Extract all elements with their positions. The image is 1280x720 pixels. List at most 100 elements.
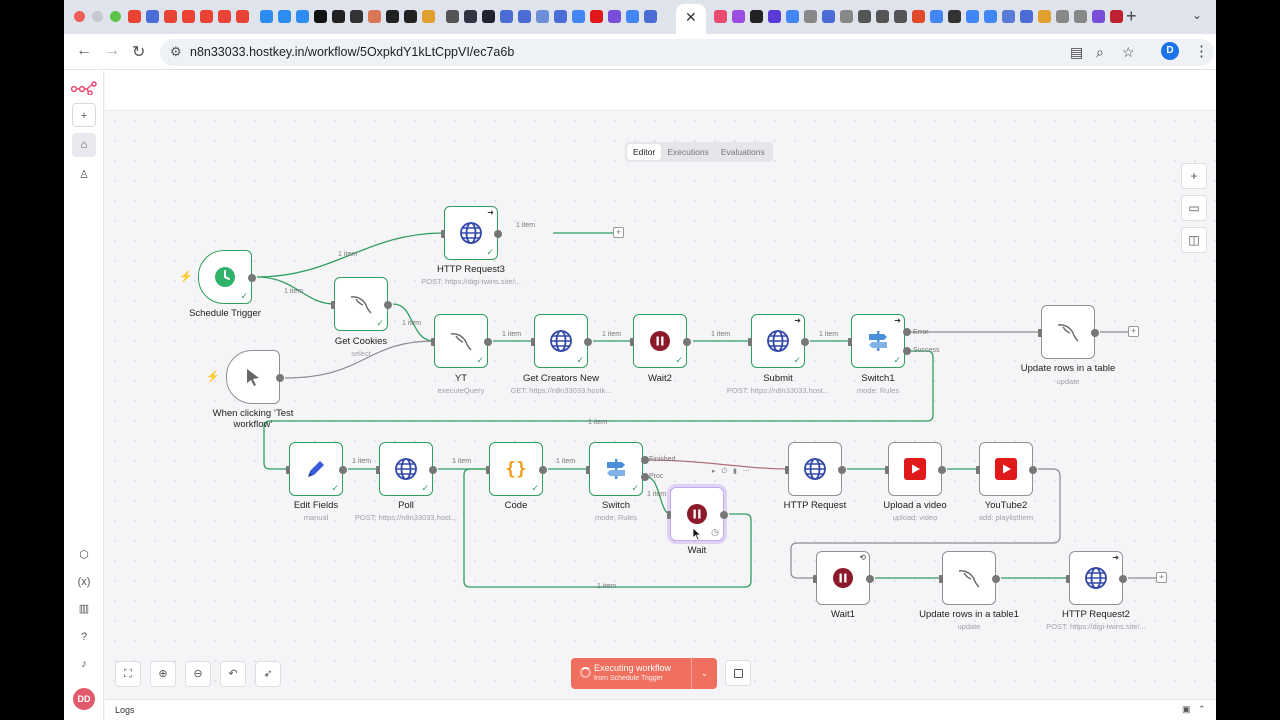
output-handle[interactable] <box>494 230 502 238</box>
tab-favicon-claude-icon[interactable] <box>368 10 381 23</box>
switch1-success-handle[interactable] <box>903 347 911 355</box>
tab-favicon-n8n-icon[interactable] <box>714 10 727 23</box>
input-handle[interactable] <box>667 511 671 519</box>
node-upload-video[interactable] <box>885 442 946 496</box>
add-next-node-button[interactable]: + <box>613 227 624 238</box>
tab-favicon-gmail-icon[interactable] <box>218 10 231 23</box>
input-handle[interactable] <box>586 466 590 474</box>
output-handle[interactable] <box>992 575 1000 583</box>
tab-favicon-app-icon[interactable] <box>750 10 763 23</box>
tab-favicon-gmail-icon[interactable] <box>200 10 213 23</box>
url-text[interactable]: n8n33033.hostkey.in/workflow/5OxpkdY1kLt… <box>190 45 514 59</box>
tab-favicon-google-icon[interactable] <box>984 10 997 23</box>
tab-search-chevron-icon[interactable]: ⌄ <box>1192 8 1202 22</box>
tab-favicon-app-icon[interactable] <box>464 10 477 23</box>
executing-workflow-button[interactable]: Executing workflow from Schedule Trigger… <box>571 658 717 689</box>
add-workflow-button[interactable]: + <box>72 103 96 127</box>
logs-panel-bar[interactable]: Logs ▣ ⌃ <box>105 699 1216 720</box>
node-update-rows1[interactable] <box>939 551 1000 605</box>
fit-view-icon[interactable]: ⛶ <box>115 661 141 687</box>
tab-favicon-gmail-icon[interactable] <box>164 10 177 23</box>
tab-favicon-github-icon[interactable] <box>404 10 417 23</box>
tab-favicon-app-icon[interactable] <box>732 10 745 23</box>
tab-favicon-globe-icon[interactable] <box>840 10 853 23</box>
tab-favicon-gmail-icon[interactable] <box>128 10 141 23</box>
user-icon[interactable]: ♙ <box>72 163 96 187</box>
input-handle[interactable] <box>885 466 889 474</box>
node-http-request3[interactable]: ➜ ✓ <box>441 206 502 260</box>
tab-favicon-app-icon[interactable] <box>768 10 781 23</box>
switch1-error-handle[interactable] <box>903 328 911 336</box>
tab-favicon-shield-icon[interactable] <box>1020 10 1033 23</box>
input-handle[interactable] <box>1066 575 1070 583</box>
node-update-rows[interactable] <box>1038 305 1099 359</box>
node-schedule-trigger[interactable]: ✓ <box>198 250 256 304</box>
user-avatar[interactable]: DD <box>73 688 95 710</box>
undo-icon[interactable]: ↶ <box>220 661 246 687</box>
tab-favicon-globe-icon[interactable] <box>804 10 817 23</box>
node-get-creators-new[interactable]: ✓ <box>531 314 592 368</box>
zoom-in-icon[interactable]: ⊕ <box>150 661 176 687</box>
output-handle[interactable] <box>1119 575 1127 583</box>
tab-favicon-tiktok-icon[interactable] <box>314 10 327 23</box>
back-arrow-icon[interactable]: ← <box>76 42 92 60</box>
new-tab-button[interactable]: + <box>1126 6 1137 27</box>
tab-favicon-globe-icon[interactable] <box>1074 10 1087 23</box>
output-handle[interactable] <box>248 274 256 282</box>
output-handle[interactable] <box>429 466 437 474</box>
output-handle[interactable] <box>1029 466 1037 474</box>
input-handle[interactable] <box>748 338 752 346</box>
node-youtube2[interactable] <box>976 442 1037 496</box>
zoom-out-icon[interactable]: ⊖ <box>185 661 211 687</box>
tab-favicon-openai-icon[interactable] <box>876 10 889 23</box>
output-handle[interactable] <box>276 374 284 382</box>
node-hover-toolbar[interactable]: ▸⏻▮⋯ <box>712 467 756 476</box>
workflow-canvas[interactable]: Editor Executions Evaluations + ▭ ◫ 1 it… <box>105 111 1216 699</box>
input-handle[interactable] <box>939 575 943 583</box>
bookmark-star-icon[interactable]: ☆ <box>1122 44 1135 61</box>
node-http-request[interactable] <box>785 442 846 496</box>
tab-favicon-github-icon[interactable] <box>386 10 399 23</box>
n8n-logo-icon[interactable] <box>71 81 97 95</box>
insights-chart-icon[interactable]: ▥ <box>72 597 96 621</box>
translate-icon[interactable]: ▤ <box>1070 44 1083 61</box>
input-handle[interactable] <box>531 338 535 346</box>
tab-favicon-app-icon[interactable] <box>948 10 961 23</box>
tab-favicon-google-icon[interactable] <box>626 10 639 23</box>
close-tab-icon[interactable]: ✕ <box>685 9 697 26</box>
window-minimize-dot[interactable] <box>92 11 103 22</box>
address-bar[interactable]: ⚙ n8n33033.hostkey.in/workflow/5OxpkdY1k… <box>160 39 1214 66</box>
input-handle[interactable] <box>785 466 789 474</box>
output-handle[interactable] <box>339 466 347 474</box>
input-handle[interactable] <box>848 338 852 346</box>
tab-favicon-app-icon[interactable] <box>482 10 495 23</box>
node-manual-trigger[interactable] <box>226 350 284 404</box>
active-tab[interactable]: ✕ <box>676 4 706 34</box>
tab-favicon-api-icon[interactable] <box>536 10 549 23</box>
node-get-cookies[interactable]: ✓ <box>331 277 392 331</box>
tab-favicon-google-icon[interactable] <box>572 10 585 23</box>
add-next-node-button[interactable]: + <box>1156 572 1167 583</box>
node-wait1[interactable]: ⟲ <box>813 551 874 605</box>
window-zoom-dot[interactable] <box>110 11 121 22</box>
chevron-down-icon[interactable]: ⌄ <box>691 658 717 689</box>
tab-favicon-chart-icon[interactable] <box>1038 10 1051 23</box>
window-close-dot[interactable] <box>74 11 85 22</box>
templates-icon[interactable]: ⬡ <box>72 543 96 567</box>
input-handle[interactable] <box>441 230 445 238</box>
forward-arrow-icon[interactable]: → <box>104 42 120 60</box>
output-handle[interactable] <box>683 338 691 346</box>
switch-processing-handle[interactable] <box>641 473 649 481</box>
switch-finished-handle[interactable] <box>641 456 649 464</box>
output-handle[interactable] <box>384 301 392 309</box>
tab-favicon-youtube-icon[interactable] <box>590 10 603 23</box>
tab-favicon-shield-icon[interactable] <box>500 10 513 23</box>
tab-favicon-openai-icon[interactable] <box>446 10 459 23</box>
tab-favicon-app-icon[interactable] <box>260 10 273 23</box>
tab-favicon-openai-icon[interactable] <box>894 10 907 23</box>
output-handle[interactable] <box>720 511 728 519</box>
node-submit[interactable]: ➜ ✓ <box>748 314 809 368</box>
pop-out-icon[interactable]: ▣ <box>1182 704 1191 715</box>
tab-favicon-shield-icon[interactable] <box>146 10 159 23</box>
tab-favicon-google-icon[interactable] <box>786 10 799 23</box>
